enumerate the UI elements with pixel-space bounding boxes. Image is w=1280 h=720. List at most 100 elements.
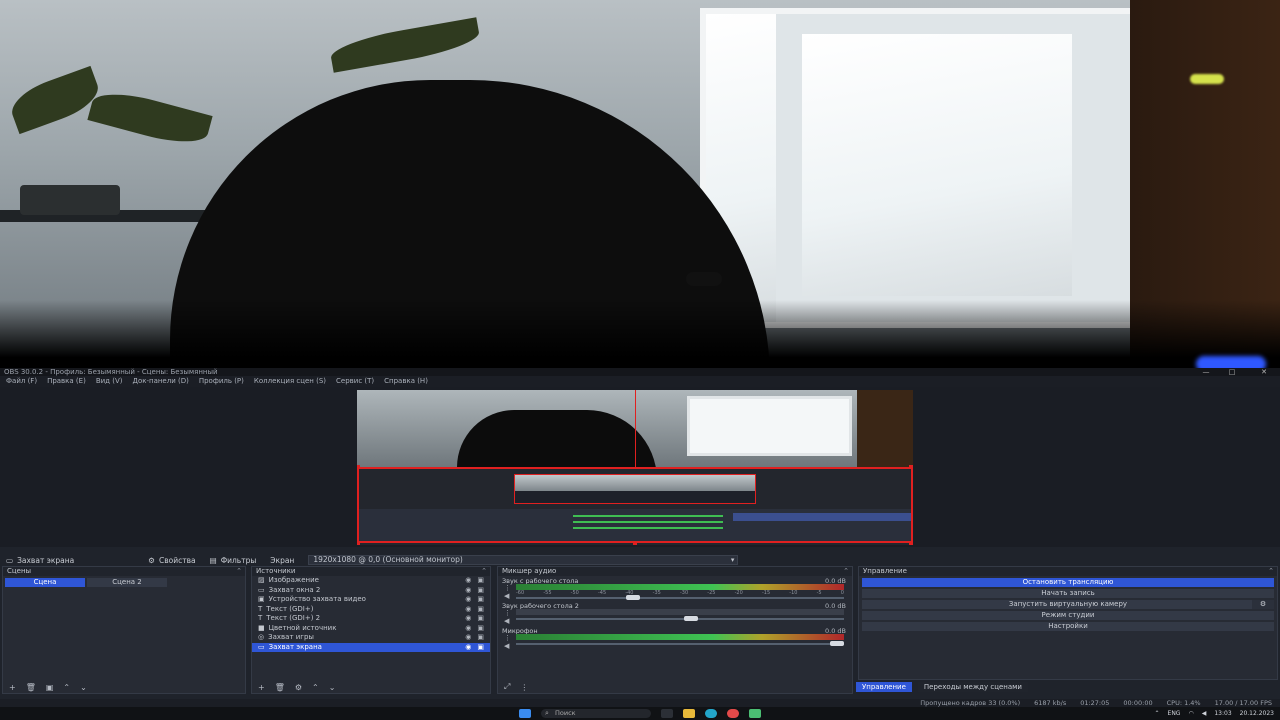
- menu-docks[interactable]: Док-панели (D): [132, 376, 188, 387]
- volume-slider[interactable]: [516, 641, 844, 646]
- resize-handle[interactable]: [633, 541, 637, 545]
- clock[interactable]: 13:03: [1214, 708, 1231, 719]
- volume-knob[interactable]: [684, 616, 698, 621]
- lock-icon[interactable]: ▣: [477, 576, 484, 586]
- move-up-icon[interactable]: ⌃: [312, 683, 319, 692]
- gear-icon[interactable]: ⚙: [1252, 600, 1274, 609]
- move-up-icon[interactable]: ⌃: [63, 683, 70, 692]
- folder-icon[interactable]: [683, 709, 695, 718]
- chevron-up-icon[interactable]: ⌃: [1155, 708, 1160, 719]
- source-item[interactable]: ▨ Изображение ◉ ▣: [252, 576, 490, 586]
- source-item[interactable]: ▣ Устройство захвата видео ◉ ▣: [252, 595, 490, 605]
- eye-icon[interactable]: ◉: [465, 633, 471, 643]
- screen-select[interactable]: 1920x1080 @ 0,0 (Основной монитор): [308, 555, 739, 565]
- menu-help[interactable]: Справка (H): [384, 376, 428, 387]
- speaker-icon[interactable]: ◀: [504, 617, 509, 625]
- language-indicator[interactable]: ENG: [1168, 708, 1181, 719]
- resize-handle[interactable]: [909, 465, 913, 469]
- wifi-icon[interactable]: ◠: [1188, 708, 1193, 719]
- dock-collapse-icon[interactable]: ⌃: [1268, 567, 1274, 576]
- filter-icon[interactable]: ▣: [46, 683, 54, 692]
- eye-icon[interactable]: ◉: [465, 586, 471, 596]
- preview-canvas[interactable]: [357, 390, 913, 545]
- taskbar-search[interactable]: Поиск: [541, 709, 651, 718]
- menu-dots-icon[interactable]: ⋮: [520, 683, 528, 692]
- menu-view[interactable]: Вид (V): [96, 376, 123, 387]
- eye-icon[interactable]: ◉: [465, 595, 471, 605]
- mixer-channel: Звук рабочего стола 2 0.0 dB ⋮ ◀: [498, 601, 852, 626]
- volume-knob[interactable]: [626, 595, 640, 600]
- menu-dots-icon[interactable]: ⋮: [504, 609, 511, 617]
- selected-source-bounds[interactable]: [357, 467, 913, 543]
- gear-icon[interactable]: ⚙: [295, 683, 302, 692]
- menu-profile[interactable]: Профиль (P): [199, 376, 244, 387]
- add-icon[interactable]: +: [258, 683, 265, 692]
- move-down-icon[interactable]: ⌄: [329, 683, 336, 692]
- source-item[interactable]: T Текст (GDI+) ◉ ▣: [252, 605, 490, 615]
- start-record-button[interactable]: Начать запись: [862, 589, 1274, 598]
- obs-icon[interactable]: [749, 709, 761, 718]
- stop-stream-button[interactable]: Остановить трансляцию: [862, 578, 1274, 587]
- menu-tools[interactable]: Сервис (T): [336, 376, 374, 387]
- resize-handle[interactable]: [357, 465, 360, 469]
- monitor-icon: ▭: [6, 555, 14, 565]
- source-item[interactable]: ▭ Захват экрана ◉ ▣: [252, 642, 490, 653]
- studio-mode-button[interactable]: Режим студии: [862, 611, 1274, 620]
- maximize-button[interactable]: □: [1224, 368, 1240, 376]
- menu-dots-icon[interactable]: ⋮: [504, 584, 511, 592]
- tab-transitions[interactable]: Переходы между сценами: [917, 682, 1028, 692]
- resize-handle[interactable]: [909, 541, 913, 545]
- dock-collapse-icon[interactable]: ⌃: [843, 567, 849, 576]
- speaker-icon[interactable]: ◀: [504, 592, 509, 600]
- taskbar: Поиск ⌃ ENG ◠ ◀ 13:03 20.12.2023: [0, 707, 1280, 720]
- eye-icon[interactable]: ◉: [465, 614, 471, 624]
- eye-icon[interactable]: ◉: [465, 576, 471, 586]
- lock-icon[interactable]: ▣: [477, 643, 484, 653]
- source-item[interactable]: T Текст (GDI+) 2 ◉ ▣: [252, 614, 490, 624]
- lock-icon[interactable]: ▣: [477, 614, 484, 624]
- dock-collapse-icon[interactable]: ⌃: [236, 567, 242, 576]
- dock-collapse-icon[interactable]: ⌃: [481, 567, 487, 576]
- scene-item[interactable]: Сцена 2: [87, 578, 167, 587]
- properties-button[interactable]: ⚙ Свойства: [148, 556, 195, 565]
- minimize-button[interactable]: —: [1198, 368, 1214, 376]
- eye-icon[interactable]: ◉: [465, 624, 471, 634]
- settings-button[interactable]: Настройки: [862, 622, 1274, 631]
- add-icon[interactable]: +: [9, 683, 16, 692]
- source-item[interactable]: ■ Цветной источник ◉ ▣: [252, 624, 490, 634]
- speaker-icon[interactable]: ◀: [504, 642, 509, 650]
- fps-readout: 17.00 / 17.00 FPS: [1214, 699, 1272, 707]
- virtual-camera-button[interactable]: Запустить виртуальную камеру ⚙: [862, 600, 1274, 609]
- source-item[interactable]: ▭ Захват окна 2 ◉ ▣: [252, 586, 490, 596]
- close-button[interactable]: ✕: [1256, 368, 1272, 376]
- volume-slider[interactable]: [516, 616, 844, 621]
- edge-icon[interactable]: [705, 709, 717, 718]
- date[interactable]: 20.12.2023: [1240, 708, 1274, 719]
- volume-knob[interactable]: [830, 641, 844, 646]
- lock-icon[interactable]: ▣: [477, 605, 484, 615]
- lock-icon[interactable]: ▣: [477, 633, 484, 643]
- menu-scene-collection[interactable]: Коллекция сцен (S): [254, 376, 326, 387]
- link-icon[interactable]: ⤢: [504, 682, 510, 692]
- lock-icon[interactable]: ▣: [477, 586, 484, 596]
- trash-icon[interactable]: 🗑: [26, 683, 36, 692]
- lock-icon[interactable]: ▣: [477, 595, 484, 605]
- start-icon[interactable]: [519, 709, 531, 718]
- resize-handle[interactable]: [357, 541, 360, 545]
- menu-edit[interactable]: Правка (E): [47, 376, 86, 387]
- yandex-icon[interactable]: [727, 709, 739, 718]
- volume-slider[interactable]: [516, 595, 844, 600]
- volume-icon[interactable]: ◀: [1202, 708, 1207, 719]
- menu-dots-icon[interactable]: ⋮: [504, 634, 511, 642]
- eye-icon[interactable]: ◉: [465, 605, 471, 615]
- scene-item[interactable]: Сцена: [5, 578, 85, 587]
- eye-icon[interactable]: ◉: [465, 643, 471, 653]
- move-down-icon[interactable]: ⌄: [80, 683, 87, 692]
- lock-icon[interactable]: ▣: [477, 624, 484, 634]
- source-item[interactable]: ◎ Захват игры ◉ ▣: [252, 633, 490, 643]
- trash-icon[interactable]: 🗑: [275, 683, 285, 692]
- tab-controls[interactable]: Управление: [856, 682, 912, 692]
- menu-file[interactable]: Файл (F): [6, 376, 37, 387]
- task-view-icon[interactable]: [661, 709, 673, 718]
- filters-button[interactable]: ▤ Фильтры: [210, 556, 257, 565]
